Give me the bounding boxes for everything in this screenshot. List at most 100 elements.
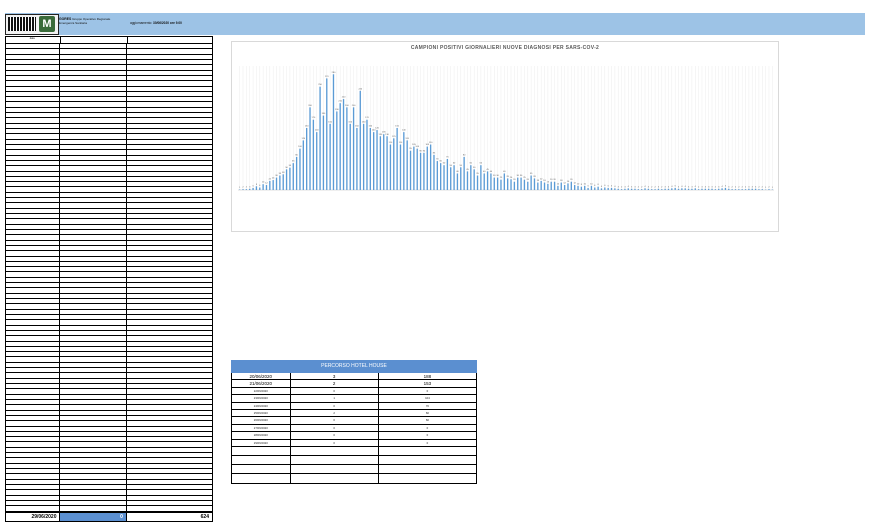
chart-bar (473, 169, 475, 190)
chart-bar (332, 74, 335, 190)
chart-bar (654, 189, 656, 190)
bar-label: 20 (527, 179, 530, 181)
chart-bar (366, 119, 368, 190)
row-col3 (127, 76, 212, 80)
row-date (6, 107, 61, 113)
cell-date: 24/06/2020 (232, 402, 291, 409)
chart-bar (584, 185, 586, 190)
row-col2 (60, 293, 127, 298)
row-col2 (60, 256, 127, 261)
chart-bar (560, 182, 562, 190)
chart-bar (346, 107, 348, 190)
row-col3 (127, 108, 212, 112)
chart-bar (453, 165, 455, 190)
bar-label: 2 (762, 187, 764, 189)
bar-label: 12 (265, 183, 268, 185)
row-col3 (127, 427, 212, 431)
chart-bar (667, 188, 670, 190)
chart-bar (490, 173, 492, 190)
row-col3 (127, 251, 212, 255)
row-col2 (60, 352, 127, 357)
chart-bar (574, 185, 576, 190)
row-col2 (60, 405, 127, 410)
row-col3 (127, 209, 212, 213)
row-col2 (60, 134, 127, 139)
chart-bar (657, 188, 660, 190)
bar-label: 3 (691, 186, 693, 188)
cell-tested: 60 (425, 418, 429, 423)
chart-bar (681, 188, 683, 190)
row-date (6, 123, 61, 128)
bar-label: 160 (362, 121, 366, 123)
cell-empty (232, 456, 291, 465)
row-col3 (127, 288, 212, 292)
row-col3 (127, 65, 212, 69)
chart-bar (691, 188, 693, 190)
row-date (6, 309, 61, 314)
total-col2: 0 (60, 512, 127, 521)
row-col2 (60, 415, 127, 421)
row-date (6, 129, 61, 134)
row-date (6, 410, 61, 415)
row-col2 (60, 139, 127, 144)
row-col3 (127, 442, 212, 446)
row-date (6, 102, 61, 107)
row-date (6, 389, 61, 394)
chart-bar (362, 123, 365, 190)
bar-label: 40 (483, 171, 486, 173)
row-col2 (60, 176, 127, 182)
bar-label: 210 (338, 101, 342, 103)
cell-tested: 0 (426, 440, 429, 445)
cell-date: 23/06/2020 (232, 395, 291, 402)
bar-label: 2 (758, 187, 760, 189)
row-date (6, 44, 61, 49)
row-date (6, 224, 61, 229)
chart-bar (641, 189, 643, 190)
cell-empty (291, 465, 379, 474)
row-col2 (60, 219, 127, 224)
row-date (6, 59, 61, 65)
bar-label: 2 (742, 187, 744, 189)
bar-label: 4 (644, 186, 646, 188)
row-col3 (127, 336, 212, 340)
bar-label: 3 (668, 186, 670, 188)
chart-bar (744, 189, 747, 190)
row-col3 (127, 81, 212, 85)
bar-label: 9 (256, 184, 258, 186)
row-col3 (127, 272, 212, 276)
row-date (6, 479, 61, 484)
crest-icon: M (39, 16, 55, 32)
cell-tested: 188 (423, 374, 432, 379)
bar-label: 5 (608, 185, 610, 187)
row-date (6, 261, 61, 267)
row-col2 (60, 373, 127, 378)
bar-label: 3 (718, 186, 720, 188)
row-col2 (60, 506, 127, 511)
row-col2 (60, 203, 127, 208)
cell-empty (379, 465, 476, 473)
bar-label: 40 (503, 171, 506, 173)
row-col3 (127, 187, 212, 191)
chart-bar (289, 167, 291, 190)
bar-label: 3 (648, 186, 650, 188)
cell-positives: 0 (291, 387, 379, 395)
cell-date: 26/06/2020 (232, 417, 291, 424)
bar-label: 100 (415, 146, 419, 148)
chart-bar (486, 171, 489, 190)
row-col2 (60, 325, 127, 330)
chart-bar (580, 186, 583, 190)
chart-bar (450, 167, 452, 190)
chart-bar (721, 188, 723, 190)
row-date (6, 442, 61, 447)
bar-label: 8 (581, 184, 583, 186)
row-col2 (60, 283, 127, 288)
bar-label: 200 (308, 105, 312, 107)
region-logo: M (5, 14, 59, 35)
chart-bar (620, 189, 623, 190)
row-col2 (60, 102, 127, 107)
bar-label: 2 (651, 187, 653, 189)
chart-bar (517, 177, 519, 190)
chart-bar (275, 177, 278, 190)
row-col2 (60, 107, 127, 113)
chart-bar (480, 165, 482, 190)
